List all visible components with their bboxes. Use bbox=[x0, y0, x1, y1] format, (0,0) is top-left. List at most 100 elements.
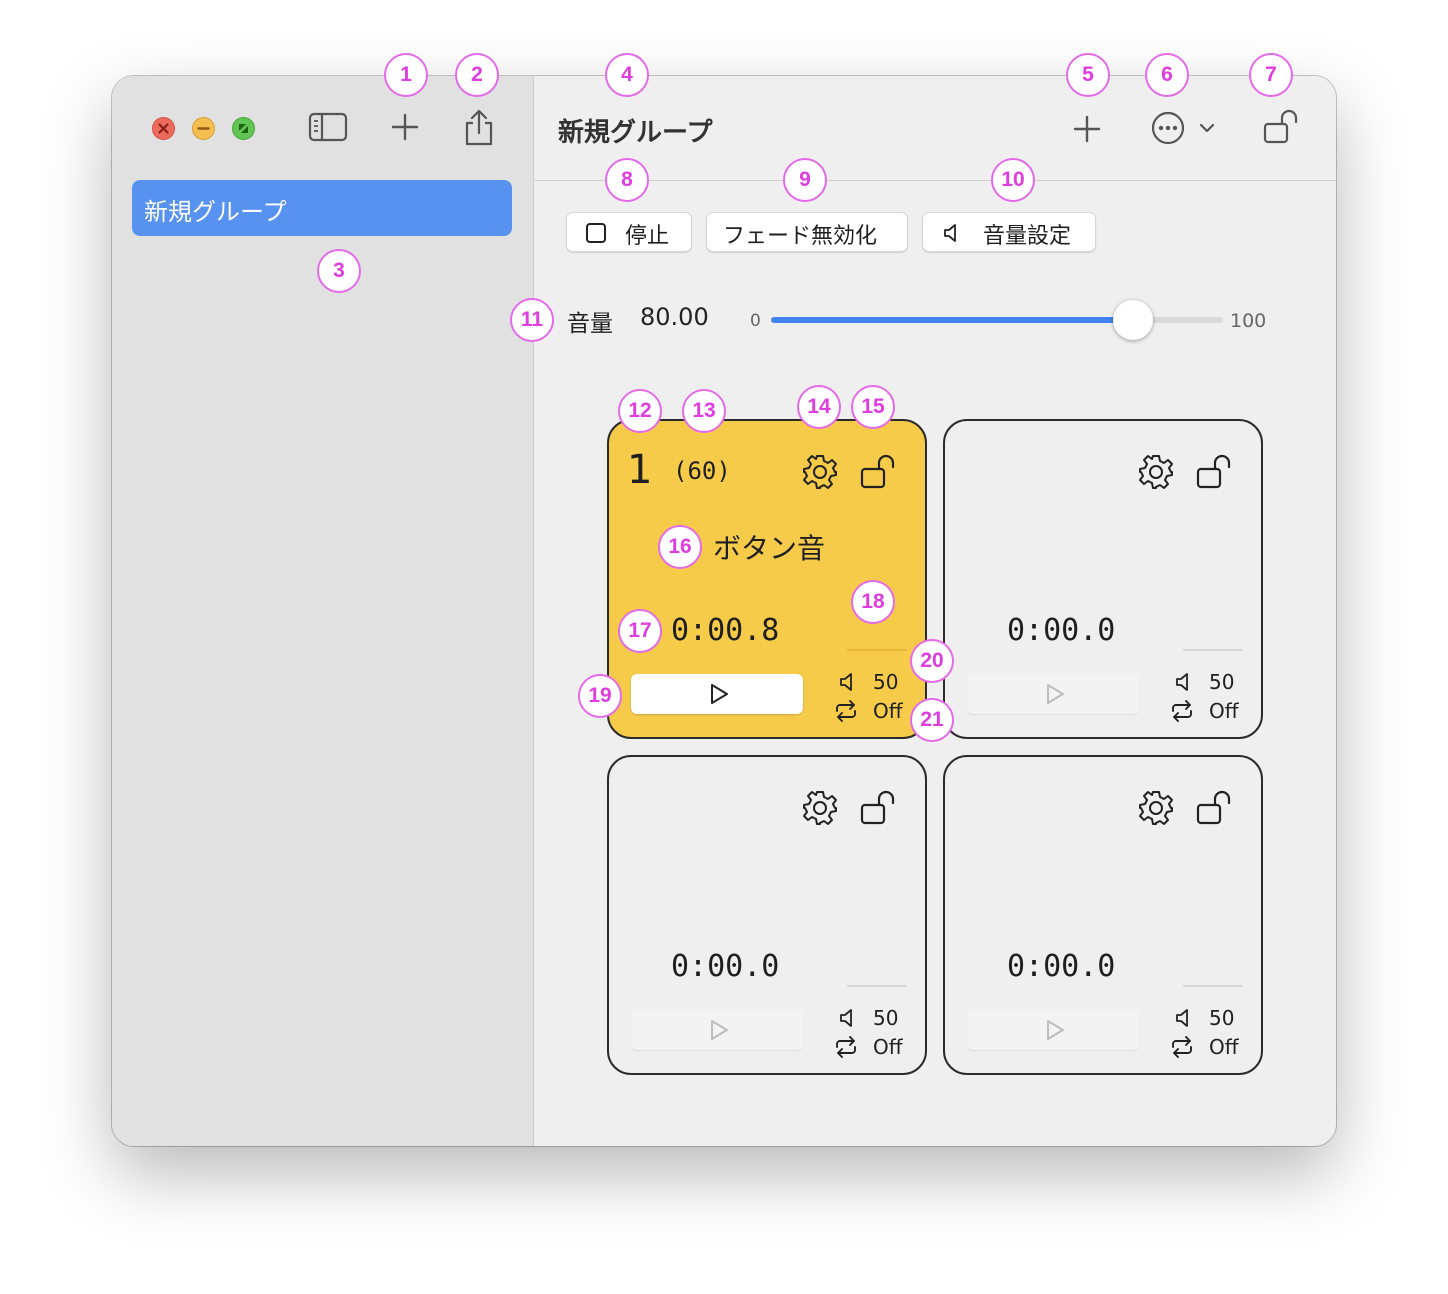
cell-loop-status: Off bbox=[873, 1035, 903, 1059]
page-title: 新規グループ bbox=[558, 118, 713, 148]
lock-open-icon bbox=[1196, 454, 1231, 489]
cell-lock-button[interactable] bbox=[1195, 789, 1235, 831]
cell-loop-status: Off bbox=[1209, 699, 1239, 723]
cell-volume: 50 bbox=[873, 670, 899, 694]
annotation-badge: 14 bbox=[797, 385, 841, 429]
volume-setting-label: 音量設定 bbox=[983, 224, 1072, 249]
cell-divider bbox=[1183, 649, 1243, 651]
cell-lock-button[interactable] bbox=[1195, 453, 1235, 495]
gear-icon bbox=[1139, 791, 1173, 825]
stop-button[interactable]: 停止 bbox=[566, 212, 692, 252]
header-divider bbox=[534, 180, 1336, 181]
annotation-badge: 19 bbox=[578, 674, 622, 718]
more-menu-button[interactable] bbox=[1150, 110, 1186, 146]
cell-settings-button[interactable] bbox=[801, 453, 839, 495]
annotation-badge: 7 bbox=[1249, 53, 1293, 97]
slider-knob[interactable] bbox=[1112, 300, 1153, 340]
lock-toggle-button[interactable] bbox=[1262, 108, 1302, 146]
chevron-down-icon[interactable] bbox=[1198, 121, 1216, 135]
cell-settings-button[interactable] bbox=[801, 789, 839, 831]
cell-loop-status: Off bbox=[1209, 1035, 1239, 1059]
add-cell-button[interactable] bbox=[1072, 114, 1102, 144]
sound-cell-4[interactable]: 0:00.0 50 Off bbox=[943, 755, 1263, 1075]
cell-lock-button[interactable] bbox=[859, 453, 899, 495]
gear-icon bbox=[803, 455, 837, 489]
annotation-badge: 3 bbox=[317, 249, 361, 293]
annotation-badge: 9 bbox=[783, 158, 827, 202]
stop-button-label: 停止 bbox=[625, 224, 670, 249]
cell-settings-button[interactable] bbox=[1137, 453, 1175, 495]
share-icon bbox=[465, 109, 493, 146]
cell-play-button[interactable] bbox=[967, 1010, 1139, 1050]
fade-disable-label: フェード無効化 bbox=[723, 224, 878, 249]
play-icon bbox=[711, 684, 728, 704]
volume-setting-button[interactable]: 音量設定 bbox=[922, 212, 1096, 252]
volume-label: 音量 bbox=[567, 311, 613, 337]
annotation-badge: 4 bbox=[605, 53, 649, 97]
app-window: 新規グループ 新規グループ 停止 フェード無効化 音量設定 音量 80.00 0… bbox=[112, 76, 1336, 1146]
volume-value: 80.00 bbox=[640, 303, 709, 331]
fullscreen-icon[interactable] bbox=[232, 117, 255, 140]
plus-icon bbox=[391, 113, 419, 141]
cell-time: 0:00.0 bbox=[1007, 949, 1116, 984]
cell-divider bbox=[847, 985, 907, 987]
speaker-icon bbox=[1173, 671, 1195, 697]
annotation-badge: 6 bbox=[1145, 53, 1189, 97]
cell-play-button[interactable] bbox=[631, 674, 803, 714]
play-icon bbox=[1047, 684, 1064, 704]
cell-time: 0:00.8 bbox=[671, 613, 780, 648]
sidebar-item-label: 新規グループ bbox=[144, 198, 287, 226]
cell-number: 1 bbox=[627, 447, 653, 493]
sound-cell-2[interactable]: 0:00.0 50 Off bbox=[943, 419, 1263, 739]
volume-slider[interactable] bbox=[771, 300, 1223, 340]
annotation-badge: 17 bbox=[618, 609, 662, 653]
stop-icon bbox=[586, 223, 606, 243]
cell-time: 0:00.0 bbox=[671, 949, 780, 984]
cell-volume: 50 bbox=[873, 1006, 899, 1030]
cell-play-button[interactable] bbox=[967, 674, 1139, 714]
more-icon bbox=[1151, 111, 1185, 145]
cell-lock-button[interactable] bbox=[859, 789, 899, 831]
annotation-badge: 11 bbox=[510, 298, 554, 342]
annotation-badge: 20 bbox=[910, 639, 954, 683]
close-icon[interactable] bbox=[152, 117, 175, 140]
main-panel: 新規グループ 停止 フェード無効化 音量設定 音量 80.00 0 100 1 … bbox=[534, 76, 1336, 1146]
cell-loop-status: Off bbox=[873, 699, 903, 723]
cell-time: 0:00.0 bbox=[1007, 613, 1116, 648]
gear-icon bbox=[1139, 455, 1173, 489]
share-button[interactable] bbox=[462, 108, 496, 148]
annotation-badge: 1 bbox=[384, 53, 428, 97]
annotation-badge: 21 bbox=[910, 698, 954, 742]
speaker-icon bbox=[837, 671, 859, 697]
sidebar-toggle-icon[interactable] bbox=[308, 111, 348, 143]
annotation-badge: 15 bbox=[851, 385, 895, 429]
annotation-badge: 8 bbox=[605, 158, 649, 202]
annotation-badge: 5 bbox=[1066, 53, 1110, 97]
sound-cell-3[interactable]: 0:00.0 50 Off bbox=[607, 755, 927, 1075]
cell-settings-button[interactable] bbox=[1137, 789, 1175, 831]
minimize-icon[interactable] bbox=[192, 117, 215, 140]
cell-divider bbox=[1183, 985, 1243, 987]
cell-sound-name: ボタン音 bbox=[713, 532, 826, 565]
sidebar-item-new-group[interactable]: 新規グループ bbox=[132, 180, 512, 236]
sound-cell-1[interactable]: 1 (60) ボタン音 0:00.8 50 Off bbox=[607, 419, 927, 739]
gear-icon bbox=[803, 791, 837, 825]
play-icon bbox=[1047, 1020, 1064, 1040]
repeat-icon bbox=[1169, 1036, 1195, 1062]
cell-volume: 50 bbox=[1209, 670, 1235, 694]
annotation-badge: 2 bbox=[455, 53, 499, 97]
annotation-badge: 10 bbox=[991, 158, 1035, 202]
slider-max-label: 100 bbox=[1230, 310, 1267, 332]
repeat-icon bbox=[833, 1036, 859, 1062]
speaker-icon bbox=[1173, 1007, 1195, 1033]
annotation-badge: 12 bbox=[618, 389, 662, 433]
lock-open-icon bbox=[1196, 790, 1231, 825]
repeat-icon bbox=[833, 700, 859, 726]
cell-volume: 50 bbox=[1209, 1006, 1235, 1030]
fade-disable-button[interactable]: フェード無効化 bbox=[706, 212, 908, 252]
slider-fill bbox=[771, 317, 1133, 323]
cell-divider bbox=[847, 649, 907, 651]
speaker-icon bbox=[837, 1007, 859, 1033]
add-group-button[interactable] bbox=[390, 112, 420, 142]
cell-play-button[interactable] bbox=[631, 1010, 803, 1050]
